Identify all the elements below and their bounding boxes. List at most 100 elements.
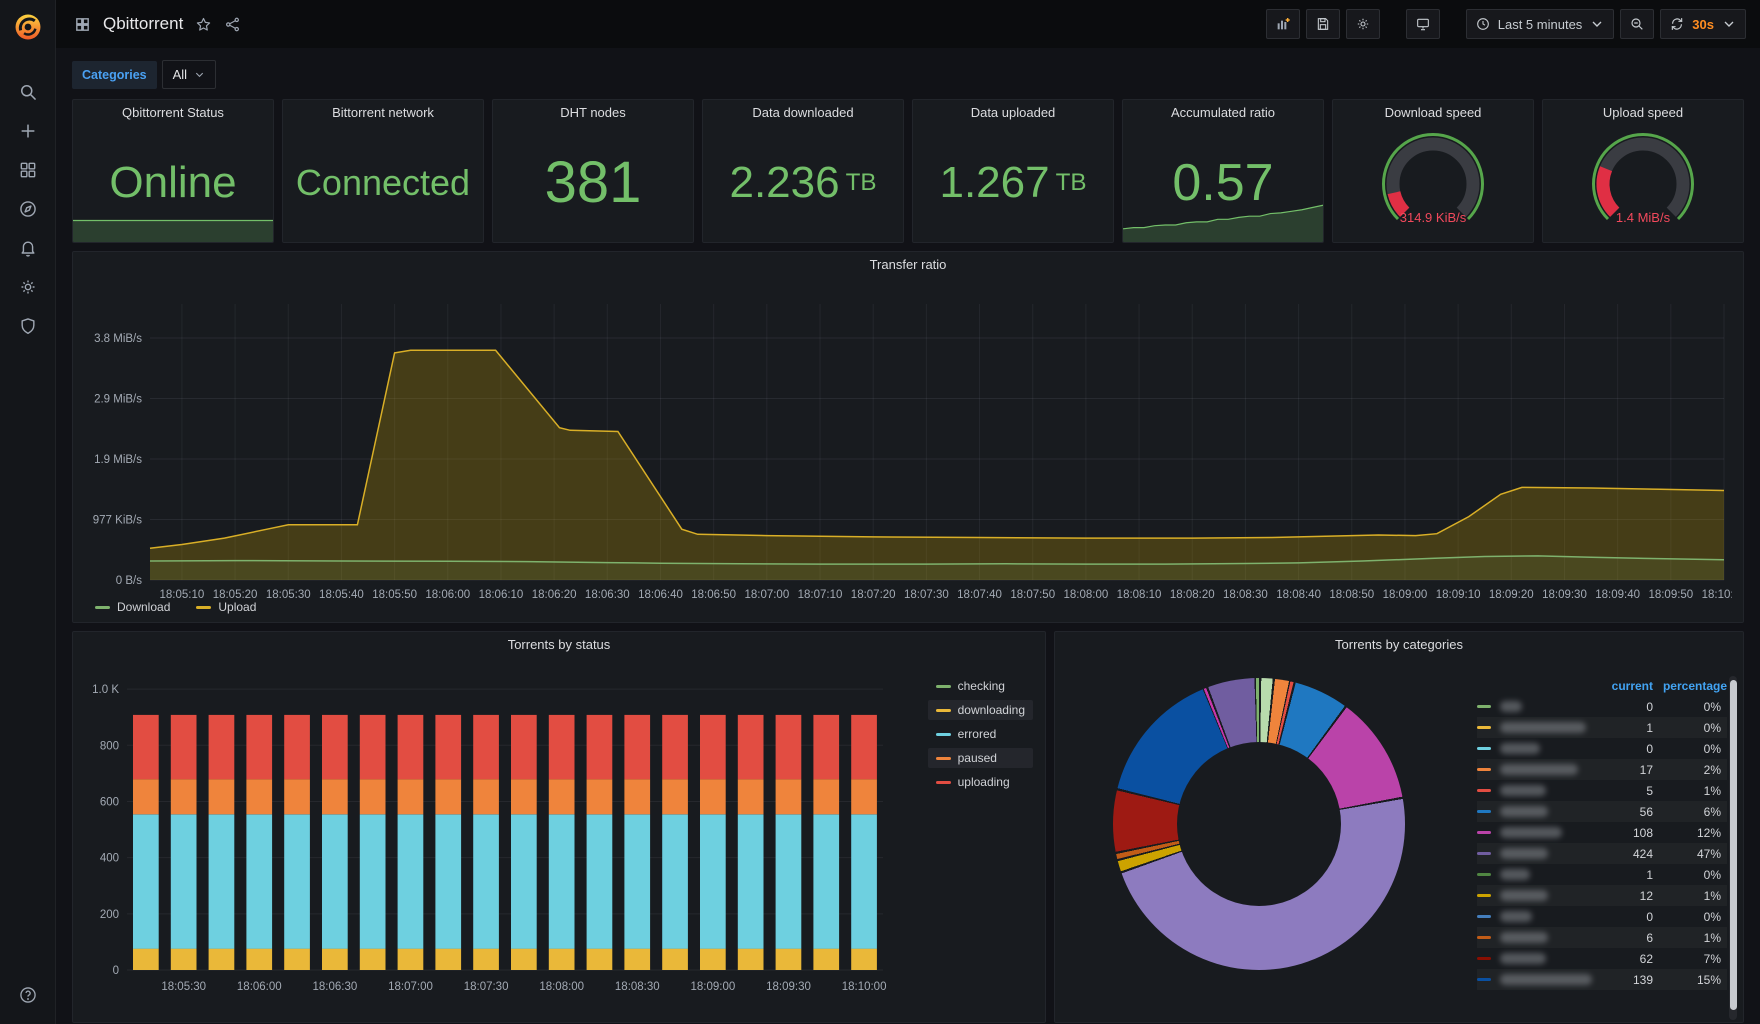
svg-text:18:08:50: 18:08:50: [1329, 589, 1374, 601]
panel-title[interactable]: Torrents by status: [73, 632, 1045, 658]
transfer-ratio-panel: Transfer ratio 0 B/s 977 KiB/s 1.9 MiB/s 2.…: [72, 251, 1744, 623]
category-percentage-value: 0%: [1703, 867, 1721, 882]
svg-text:977 KiB/s: 977 KiB/s: [93, 514, 142, 526]
category-label: [1491, 932, 1597, 943]
column-percentage[interactable]: percentage: [1653, 679, 1727, 693]
svg-text:18:09:10: 18:09:10: [1436, 589, 1481, 601]
configuration-gear-icon[interactable]: [8, 267, 48, 306]
category-row: 108 12%: [1477, 822, 1727, 843]
legend-item-checking[interactable]: checking: [928, 676, 1033, 696]
transfer-chart-plot[interactable]: 0 B/s 977 KiB/s 1.9 MiB/s 2.9 MiB/s 3.8 MiB/…: [84, 278, 1732, 614]
alerting-bell-icon[interactable]: [8, 228, 48, 267]
stat-panel-title[interactable]: Upload speed: [1543, 100, 1743, 126]
svg-text:18:06:00: 18:06:00: [425, 589, 470, 601]
category-row: 0 0%: [1477, 906, 1727, 927]
legend-item-downloading[interactable]: downloading: [927, 700, 1033, 720]
help-icon[interactable]: [8, 975, 48, 1014]
svg-text:18:07:30: 18:07:30: [464, 981, 509, 993]
svg-text:18:07:20: 18:07:20: [851, 589, 896, 601]
legend-item-paused[interactable]: paused: [927, 748, 1033, 768]
search-icon[interactable]: [8, 72, 48, 111]
refresh-button[interactable]: 30s: [1660, 9, 1746, 39]
explore-compass-icon[interactable]: [8, 189, 48, 228]
svg-text:18:08:00: 18:08:00: [1064, 589, 1109, 601]
gauge-download-speed: 314.9 KiB/s: [1382, 132, 1484, 225]
legend-item-upload[interactable]: Upload: [192, 598, 260, 616]
stat-panel-title[interactable]: Bittorrent network: [283, 100, 483, 126]
variable-value-dropdown[interactable]: All: [161, 60, 217, 89]
category-row: 56 6%: [1477, 801, 1727, 822]
category-color-dash: [1477, 873, 1491, 876]
category-row: 1 0%: [1477, 717, 1727, 738]
stat-value: 1.267 TB: [913, 130, 1113, 236]
share-icon[interactable]: [224, 16, 241, 33]
category-color-dash: [1477, 705, 1491, 708]
stat-panel: Upload speed 1.4 MiB/s: [1542, 99, 1744, 243]
stat-panel-title[interactable]: DHT nodes: [493, 100, 693, 126]
svg-text:0 B/s: 0 B/s: [116, 575, 142, 587]
legend-item-uploading[interactable]: uploading: [928, 772, 1033, 792]
stat-panel-title[interactable]: Data uploaded: [913, 100, 1113, 126]
category-current-value: 6: [1646, 930, 1653, 945]
category-current-value: 1: [1646, 867, 1653, 882]
stat-panel-title[interactable]: Data downloaded: [703, 100, 903, 126]
category-color-dash: [1477, 852, 1491, 855]
dashboard-title[interactable]: Qbittorrent: [103, 14, 183, 34]
category-color-dash: [1477, 789, 1491, 792]
admin-shield-icon[interactable]: [8, 306, 48, 345]
stat-value-text: 2.236: [729, 158, 840, 207]
column-current[interactable]: current: [1597, 679, 1653, 693]
dashboards-icon[interactable]: [8, 150, 48, 189]
stat-value-suffix: TB: [1055, 168, 1087, 196]
stat-panel-title[interactable]: Qbittorrent Status: [73, 100, 273, 126]
category-row: 5 1%: [1477, 780, 1727, 801]
table-scrollbar-thumb[interactable]: [1729, 680, 1737, 1010]
dashboard-grid-icon[interactable]: [74, 16, 91, 33]
star-icon[interactable]: [195, 16, 212, 33]
create-plus-icon[interactable]: [8, 111, 48, 150]
svg-text:18:06:40: 18:06:40: [638, 589, 683, 601]
category-label: [1491, 827, 1597, 838]
add-panel-button[interactable]: [1265, 9, 1300, 39]
category-current-value: 62: [1639, 951, 1653, 966]
stat-panel: Download speed 314.9 KiB/s: [1332, 99, 1534, 243]
category-percentage-value: 1%: [1703, 783, 1721, 798]
tv-mode-button[interactable]: [1405, 9, 1440, 39]
category-current-value: 1: [1646, 720, 1653, 735]
legend-item-download[interactable]: Download: [91, 598, 174, 616]
dashboard-settings-button[interactable]: [1345, 9, 1380, 39]
categories-table: current percentage 0 0% 1 0% 0 0% 17 2% 5 1% 56 6% 1…: [1477, 676, 1737, 1020]
svg-text:0: 0: [113, 965, 119, 977]
stat-panel-title[interactable]: Download speed: [1333, 100, 1533, 126]
save-dashboard-button[interactable]: [1305, 9, 1340, 39]
stat-value: Connected: [283, 130, 483, 236]
svg-text:2.9 MiB/s: 2.9 MiB/s: [94, 393, 142, 405]
stat-sparkline: [1123, 190, 1323, 242]
legend-item-errored[interactable]: errored: [928, 724, 1033, 744]
stat-panel-title[interactable]: Accumulated ratio: [1123, 100, 1323, 126]
panel-title[interactable]: Torrents by categories: [1055, 632, 1743, 658]
torrents-by-status-panel: Torrents by status 0 200 400 600 800 1.0 K 18:…: [72, 631, 1046, 1023]
svg-text:18:08:40: 18:08:40: [1276, 589, 1321, 601]
gauge-upload-speed: 1.4 MiB/s: [1592, 132, 1694, 225]
transfer-chart-legend: Download Upload: [91, 598, 260, 616]
category-color-dash: [1477, 768, 1491, 771]
legend-dash: [95, 605, 110, 609]
panel-title[interactable]: Transfer ratio: [73, 252, 1743, 278]
svg-text:1.4 MiB/s: 1.4 MiB/s: [1616, 210, 1671, 225]
category-color-dash: [1477, 810, 1491, 813]
legend-dash: [935, 780, 951, 784]
grafana-logo[interactable]: [11, 10, 45, 44]
stat-value-text: 1.267: [939, 158, 1050, 207]
zoom-out-button[interactable]: [1620, 9, 1655, 39]
category-row: 1 0%: [1477, 864, 1727, 885]
svg-text:18:07:30: 18:07:30: [904, 589, 949, 601]
category-row: 62 7%: [1477, 948, 1727, 969]
variable-label: Categories: [72, 60, 157, 89]
category-current-value: 56: [1639, 804, 1653, 819]
categories-donut[interactable]: [1113, 678, 1405, 970]
status-chart-plot[interactable]: 0 200 400 600 800 1.0 K 18:05:30 18:06:00 18:06:…: [83, 658, 893, 1014]
time-range-picker[interactable]: Last 5 minutes: [1465, 9, 1615, 39]
category-current-value: 17: [1639, 762, 1653, 777]
gauge: 314.9 KiB/s: [1333, 126, 1533, 242]
